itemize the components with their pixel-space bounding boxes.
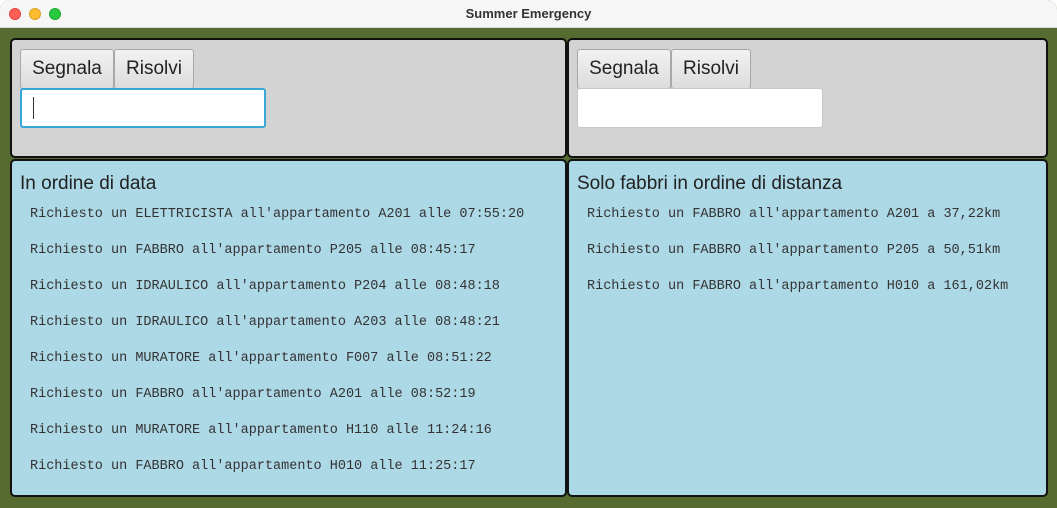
list-item: Richiesto un FABBRO all'appartamento H01… xyxy=(587,279,1009,294)
list-item: Richiesto un FABBRO all'appartamento A20… xyxy=(30,387,476,402)
list-item: Richiesto un IDRAULICO all'appartamento … xyxy=(30,315,500,330)
right-apartment-input[interactable] xyxy=(577,88,823,128)
right-list-panel: Solo fabbri in ordine di distanza Richie… xyxy=(567,159,1048,497)
right-risolvi-button[interactable]: Risolvi xyxy=(671,49,751,89)
right-control-panel: Segnala Risolvi xyxy=(567,38,1048,158)
title-bar: Summer Emergency xyxy=(0,0,1057,28)
app-window: Summer Emergency Segnala Risolvi Segnala… xyxy=(0,0,1057,508)
list-item: Richiesto un MURATORE all'appartamento F… xyxy=(30,351,492,366)
list-item: Richiesto un FABBRO all'appartamento H01… xyxy=(30,459,476,474)
right-segnala-button[interactable]: Segnala xyxy=(577,49,671,89)
list-item: Richiesto un FABBRO all'appartamento A20… xyxy=(587,207,1001,222)
left-risolvi-button[interactable]: Risolvi xyxy=(114,49,194,89)
list-item: Richiesto un FABBRO all'appartamento P20… xyxy=(30,243,476,258)
list-item: Richiesto un FABBRO all'appartamento P20… xyxy=(587,243,1001,258)
date-ordered-request-list: Richiesto un ELETTRICISTA all'appartamen… xyxy=(30,207,524,495)
left-segnala-button[interactable]: Segnala xyxy=(20,49,114,89)
list-item: Richiesto un ELETTRICISTA all'appartamen… xyxy=(30,207,525,222)
list-item: Richiesto un IDRAULICO all'appartamento … xyxy=(30,279,500,294)
text-caret xyxy=(33,97,34,119)
window-title: Summer Emergency xyxy=(465,6,592,21)
left-control-panel: Segnala Risolvi xyxy=(10,38,567,158)
left-list-panel: In ordine di data Richiesto un ELETTRICI… xyxy=(10,159,567,497)
distance-ordered-request-list: Richiesto un FABBRO all'appartamento A20… xyxy=(587,207,1008,315)
right-list-heading: Solo fabbri in ordine di distanza xyxy=(577,173,843,194)
left-apartment-input[interactable] xyxy=(20,88,266,128)
list-item: Richiesto un MURATORE all'appartamento H… xyxy=(30,423,492,438)
left-list-heading: In ordine di data xyxy=(20,173,157,194)
